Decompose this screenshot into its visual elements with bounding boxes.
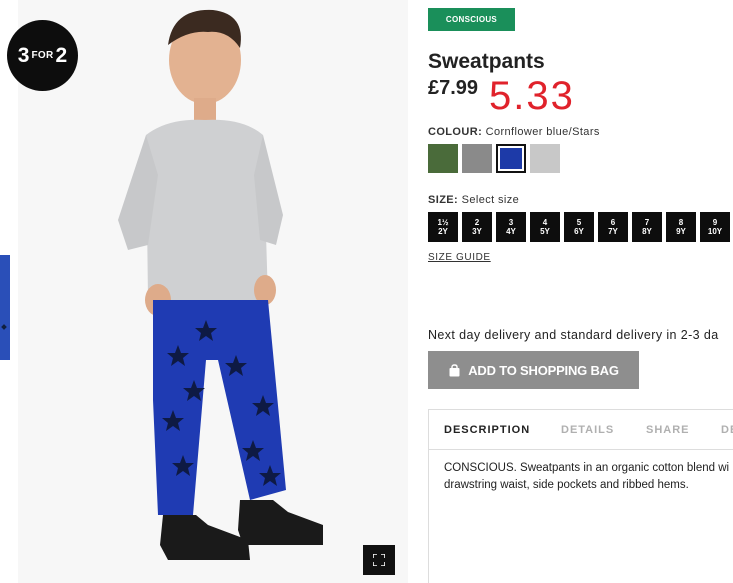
size-option[interactable]: 8 9Y [666,212,696,242]
size-bottom: 4Y [506,227,516,236]
size-top: 5 [576,218,582,227]
size-option[interactable]: 1½ 2Y [428,212,458,242]
fullscreen-button[interactable] [363,545,395,575]
shopping-bag-icon [448,363,461,377]
size-top: 6 [610,218,616,227]
size-label-line: SIZE: Select size [428,194,519,206]
tab-share[interactable]: SHARE [646,424,690,436]
size-guide-link[interactable]: SIZE GUIDE [428,252,491,263]
expand-icon [373,554,385,566]
size-bottom: 3Y [472,227,482,236]
colour-label: COLOUR: [428,126,483,138]
size-bottom: 5Y [540,227,550,236]
colour-swatch-green[interactable] [428,144,458,173]
size-top: 1½ [437,218,449,227]
size-bottom: 6Y [574,227,584,236]
tab-description[interactable]: DESCRIPTION [444,424,530,436]
add-to-bag-button[interactable]: ADD TO SHOPPING BAG [428,351,639,389]
size-top: 3 [508,218,514,227]
size-top: 7 [644,218,650,227]
size-bottom: 7Y [608,227,618,236]
size-bottom: 2Y [438,227,448,236]
product-info-tabs: DESCRIPTION DETAILS SHARE DE CONSCIOUS. … [428,409,733,583]
product-title: Sweatpants [428,50,545,73]
colour-label-line: COLOUR: Cornflower blue/Stars [428,126,600,138]
size-option[interactable]: 2 3Y [462,212,492,242]
product-description: CONSCIOUS. Sweatpants in an organic cott… [444,462,730,491]
size-option[interactable]: 4 5Y [530,212,560,242]
promo-for-label: FOR [31,50,54,61]
original-price: £7.99 [428,77,479,99]
child-model-illustration [118,9,323,560]
sale-price: 5.33 [489,74,575,118]
colour-swatch-cornflower-blue-stars[interactable] [496,144,526,173]
size-top: 4 [542,218,548,227]
delivery-info: Next day delivery and standard delivery … [428,328,719,342]
size-top: 8 [678,218,684,227]
conscious-badge: CONSCIOUS [428,8,515,31]
promo-number-right: 2 [55,43,68,67]
size-label: SIZE: [428,194,459,206]
size-top: 9 [712,218,718,227]
size-placeholder: Select size [461,194,520,206]
tab-details[interactable]: DETAILS [561,424,614,436]
size-bottom: 8Y [642,227,652,236]
size-top: 2 [474,218,480,227]
size-option[interactable]: 3 4Y [496,212,526,242]
size-option[interactable]: 9 10Y [700,212,730,242]
colour-swatch-light-grey[interactable] [530,144,560,173]
product-photo [18,0,408,583]
add-to-bag-label: ADD TO SHOPPING BAG [468,362,619,378]
promo-number-left: 3 [17,43,30,67]
tab-bar: DESCRIPTION DETAILS SHARE DE [429,410,733,450]
size-bottom: 10Y [707,227,723,236]
product-image-area: 3 FOR 2 [0,0,410,583]
promo-badge: 3 FOR 2 [7,20,78,91]
selected-colour: Cornflower blue/Stars [485,126,600,138]
tab-delivery[interactable]: DE [721,424,733,436]
colour-swatch-grey[interactable] [462,144,492,173]
size-bottom: 9Y [676,227,686,236]
size-option[interactable]: 6 7Y [598,212,628,242]
size-option[interactable]: 7 8Y [632,212,662,242]
previous-thumbnail[interactable] [0,255,10,360]
size-option[interactable]: 5 6Y [564,212,594,242]
